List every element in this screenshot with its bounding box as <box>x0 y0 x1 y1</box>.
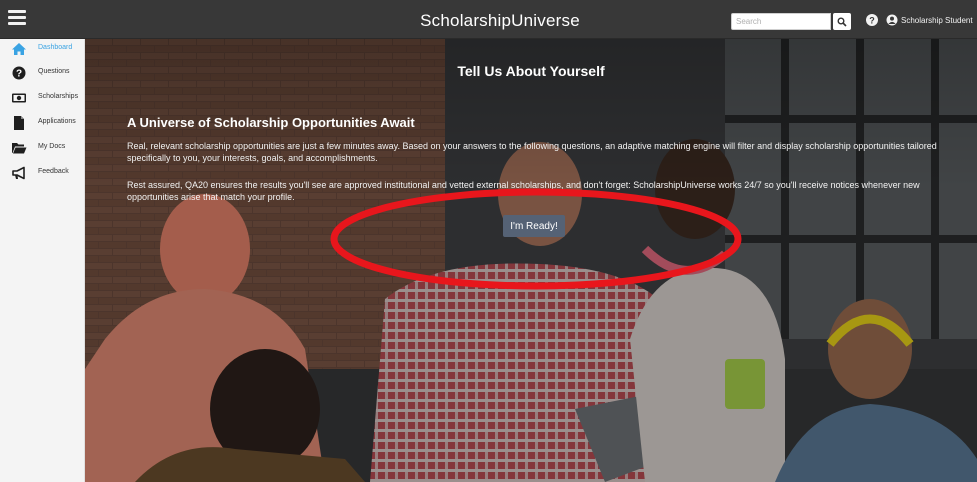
sidebar: Dashboard ? Questions Scholarships Appli… <box>0 39 85 482</box>
sidebar-item-label: Feedback <box>38 168 69 175</box>
cta-button[interactable]: I'm Ready! <box>503 215 565 237</box>
sidebar-item-applications[interactable]: Applications <box>0 113 84 133</box>
sidebar-item-questions[interactable]: ? Questions <box>0 63 84 83</box>
search-icon <box>837 17 847 27</box>
hero-section: Tell Us About Yourself A Universe of Sch… <box>85 39 977 482</box>
sidebar-item-label: Applications <box>38 118 76 125</box>
megaphone-icon <box>12 166 25 180</box>
svg-text:?: ? <box>16 69 22 80</box>
sidebar-item-scholarships[interactable]: Scholarships <box>0 88 84 108</box>
red-annotation-circle <box>330 188 742 290</box>
sidebar-item-label: Scholarships <box>38 93 79 100</box>
help-icon[interactable]: ? <box>866 14 878 26</box>
hero-subtitle: A Universe of Scholarship Opportunities … <box>127 115 415 130</box>
search-bar <box>731 13 851 30</box>
home-icon <box>12 43 26 55</box>
intro-paragraph: Real, relevant scholarship opportunities… <box>127 141 937 163</box>
page-title: Tell Us About Yourself <box>457 63 605 79</box>
menu-icon[interactable] <box>8 9 30 27</box>
user-icon <box>886 14 898 26</box>
question-icon: ? <box>12 66 26 80</box>
user-menu[interactable]: Scholarship Student <box>886 12 977 28</box>
sidebar-item-label: Questions <box>38 68 70 75</box>
folder-icon <box>12 143 27 154</box>
sidebar-item-label: Dashboard <box>38 44 73 51</box>
sidebar-item-dashboard[interactable]: Dashboard <box>0 39 84 59</box>
sidebar-item-feedback[interactable]: Feedback <box>0 163 84 183</box>
app-title: ScholarshipUniverse <box>420 11 580 30</box>
sidebar-item-label: My Docs <box>38 143 66 150</box>
svg-text:?: ? <box>869 16 875 26</box>
money-icon <box>12 93 26 103</box>
file-icon <box>14 116 24 130</box>
search-input[interactable] <box>731 13 831 30</box>
sidebar-item-my-docs[interactable]: My Docs <box>0 138 84 158</box>
user-name: Scholarship Student <box>901 15 973 25</box>
top-navbar: ScholarshipUniverse ? Scholarship Studen… <box>0 0 977 39</box>
search-button[interactable] <box>833 13 851 30</box>
